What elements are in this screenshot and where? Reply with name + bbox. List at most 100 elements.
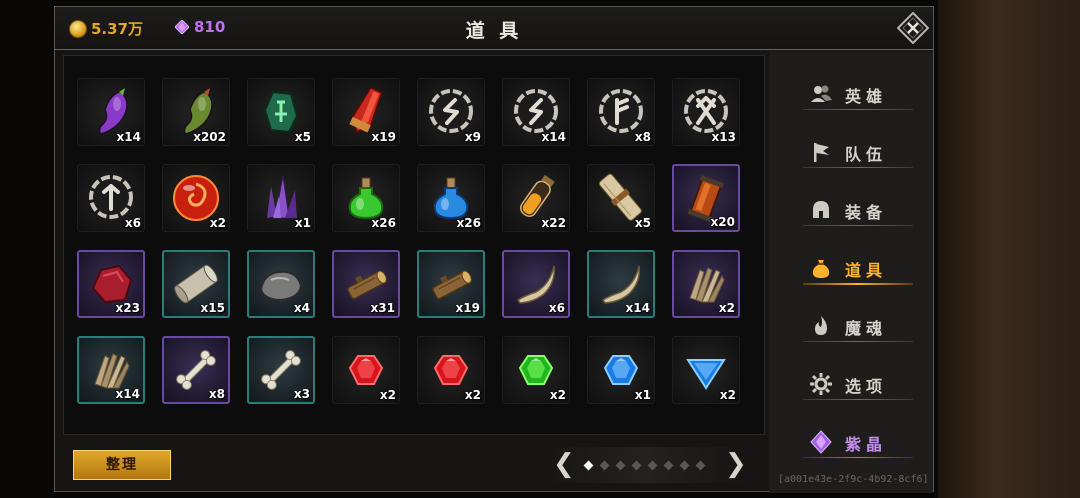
item-quantity: x1 bbox=[294, 216, 311, 230]
nav-underline bbox=[803, 399, 913, 400]
item-slot[interactable]: x31 bbox=[332, 250, 400, 318]
nav-label: 装备 bbox=[845, 203, 888, 222]
nav-underline bbox=[803, 341, 913, 342]
page-dots bbox=[583, 460, 706, 471]
item-quantity: x14 bbox=[116, 130, 141, 144]
nav-item[interactable]: 装备 bbox=[803, 195, 913, 226]
item-slot[interactable]: x19 bbox=[417, 250, 485, 318]
item-quantity: x19 bbox=[371, 130, 396, 144]
item-quantity: x5 bbox=[634, 216, 651, 230]
item-slot[interactable]: x4 bbox=[247, 250, 315, 318]
item-quantity: x2 bbox=[464, 388, 481, 402]
item-slot[interactable]: x2 bbox=[502, 336, 570, 404]
helmet-icon bbox=[813, 201, 829, 218]
item-slot[interactable]: x202 bbox=[162, 78, 230, 146]
page-title: 道 具 bbox=[465, 20, 523, 42]
page-dot[interactable] bbox=[631, 460, 642, 471]
close-icon bbox=[896, 11, 930, 45]
nav-item[interactable]: 魔魂 bbox=[803, 311, 913, 342]
right-backdrop bbox=[934, 0, 1080, 498]
item-quantity: x2 bbox=[718, 301, 735, 315]
flame-icon bbox=[815, 316, 827, 335]
flag-icon bbox=[814, 143, 829, 162]
sort-button[interactable]: 整理 bbox=[73, 450, 171, 480]
gear-icon bbox=[810, 373, 832, 395]
item-quantity: x8 bbox=[208, 387, 225, 401]
item-quantity: x2 bbox=[209, 216, 226, 230]
item-quantity: x23 bbox=[115, 301, 140, 315]
heroes-icon bbox=[811, 85, 832, 102]
item-quantity: x9 bbox=[464, 130, 481, 144]
item-quantity: x2 bbox=[549, 388, 566, 402]
item-quantity: x22 bbox=[541, 216, 566, 230]
item-slot[interactable]: x2 bbox=[417, 336, 485, 404]
left-backdrop bbox=[0, 0, 54, 498]
item-slot[interactable]: x22 bbox=[502, 164, 570, 232]
nav-item[interactable]: 紫晶 bbox=[803, 427, 913, 458]
page-dot[interactable] bbox=[679, 460, 690, 471]
item-slot[interactable]: x6 bbox=[77, 164, 145, 232]
nav-underline bbox=[803, 457, 913, 458]
page-dot[interactable] bbox=[647, 460, 658, 471]
item-slot[interactable]: x8 bbox=[587, 78, 655, 146]
nav-item[interactable]: 道具 bbox=[803, 253, 913, 285]
item-slot[interactable]: x6 bbox=[502, 250, 570, 318]
item-slot[interactable]: x26 bbox=[417, 164, 485, 232]
item-slot[interactable]: x15 bbox=[162, 250, 230, 318]
item-slot[interactable]: x14 bbox=[77, 336, 145, 404]
item-quantity: x2 bbox=[719, 388, 736, 402]
item-quantity: x26 bbox=[456, 216, 481, 230]
nav-label: 道具 bbox=[845, 261, 888, 280]
nav-item[interactable]: 选项 bbox=[803, 369, 913, 400]
item-slot[interactable]: x8 bbox=[162, 336, 230, 404]
nav-underline bbox=[803, 109, 913, 110]
item-quantity: x19 bbox=[455, 301, 480, 315]
item-slot[interactable]: x14 bbox=[77, 78, 145, 146]
item-slot[interactable]: x9 bbox=[417, 78, 485, 146]
page-dot[interactable] bbox=[583, 460, 594, 471]
nav-label: 英雄 bbox=[845, 87, 888, 106]
item-quantity: x8 bbox=[634, 130, 651, 144]
item-quantity: x6 bbox=[548, 301, 565, 315]
item-slot[interactable]: x19 bbox=[332, 78, 400, 146]
next-page-button[interactable]: ❯ bbox=[725, 451, 747, 477]
item-slot[interactable]: x26 bbox=[332, 164, 400, 232]
item-quantity: x31 bbox=[370, 301, 395, 315]
item-quantity: x2 bbox=[379, 388, 396, 402]
item-quantity: x5 bbox=[294, 130, 311, 144]
item-slot[interactable]: x23 bbox=[77, 250, 145, 318]
nav-label: 选项 bbox=[845, 377, 888, 396]
item-slot[interactable]: x14 bbox=[587, 250, 655, 318]
item-quantity: x14 bbox=[625, 301, 650, 315]
item-quantity: x4 bbox=[293, 301, 310, 315]
prev-page-button[interactable]: ❮ bbox=[553, 451, 575, 477]
nav-underline bbox=[803, 283, 913, 285]
nav-label: 魔魂 bbox=[845, 319, 888, 338]
page-dot[interactable] bbox=[615, 460, 626, 471]
item-slot[interactable]: x14 bbox=[502, 78, 570, 146]
nav-underline bbox=[803, 167, 913, 168]
nav-item[interactable]: 英雄 bbox=[803, 79, 913, 110]
close-button[interactable] bbox=[896, 11, 930, 45]
item-slot[interactable]: x3 bbox=[247, 336, 315, 404]
item-quantity: x202 bbox=[193, 130, 226, 144]
nav-item[interactable]: 队伍 bbox=[803, 137, 913, 168]
page-dot[interactable] bbox=[663, 460, 674, 471]
item-slot[interactable]: x13 bbox=[672, 78, 740, 146]
item-slot[interactable]: x2 bbox=[332, 336, 400, 404]
item-slot[interactable]: x5 bbox=[587, 164, 655, 232]
item-slot[interactable]: x2 bbox=[672, 336, 740, 404]
item-slot[interactable]: x1 bbox=[247, 164, 315, 232]
item-grid: x14 x202 x5 x19 x9 x14 x8 x13 x6 x2 x1 x26 x26 x22 x5 x… bbox=[63, 55, 765, 435]
nav-underline bbox=[803, 225, 913, 226]
window-header: 5.37万 810 道 具 bbox=[55, 7, 933, 50]
item-slot[interactable]: x1 bbox=[587, 336, 655, 404]
item-slot[interactable]: x2 bbox=[672, 250, 740, 318]
item-slot[interactable]: x20 bbox=[672, 164, 740, 232]
item-slot[interactable]: x2 bbox=[162, 164, 230, 232]
page-dot[interactable] bbox=[695, 460, 706, 471]
item-quantity: x13 bbox=[711, 130, 736, 144]
page-dot[interactable] bbox=[599, 460, 610, 471]
item-quantity: x14 bbox=[115, 387, 140, 401]
item-slot[interactable]: x5 bbox=[247, 78, 315, 146]
